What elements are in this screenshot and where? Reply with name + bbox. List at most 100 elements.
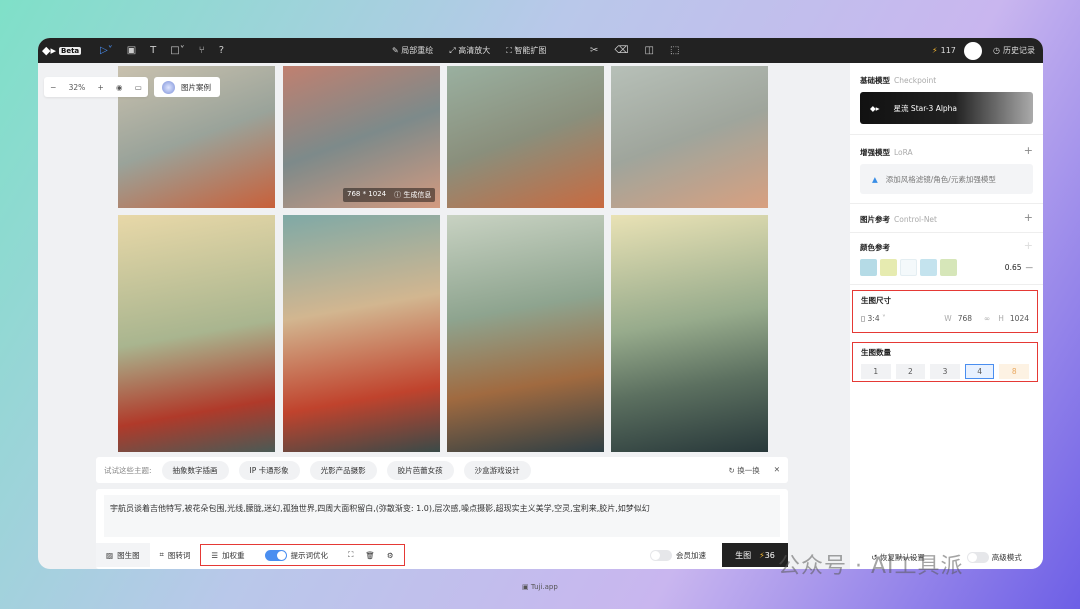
locate-icon[interactable]: ◉ [116,83,123,92]
count-option[interactable]: 4 [964,364,995,379]
add-controlnet-icon[interactable]: + [1024,211,1033,224]
img2text-button[interactable]: ⌗ 图转词 [150,550,201,561]
add-weight-button[interactable]: ☰ 加权重 [201,550,254,561]
section-subtitle: LoRA [894,148,913,157]
img2img-button[interactable]: ▨ 图生图 [96,543,150,567]
lora-add-button[interactable]: ▲ 添加风格滤镜/角色/元素加强模型 [860,164,1033,194]
scissors-icon[interactable]: ✂ [590,45,598,56]
gen-info-label: 生成信息 [403,191,432,199]
zoom-in-button[interactable]: + [98,83,104,92]
theme-chip[interactable]: 胶片芭蕾女孩 [386,460,454,480]
text-tool-icon[interactable]: T [150,45,156,56]
top-toolbar: ◆▸ Beta ▷˅ ▣ T □˅ ⑂ ? ✎ 局部重绘 ⤢ 高清放大 ⛶ 智能扩… [38,38,1043,63]
color-swatch[interactable] [940,259,957,276]
add-lora-icon[interactable]: + [1024,144,1033,157]
link-icon[interactable]: ∞ [984,314,990,323]
upscale-label: 高清放大 [458,46,491,55]
branch-icon[interactable]: ⑂ [199,45,205,56]
image-cases-button[interactable]: 图片案例 [154,77,220,97]
color-strength[interactable]: 0.65 [1005,263,1022,272]
lora-icon: ▲ [872,174,878,184]
help-icon[interactable]: ? [219,45,224,56]
theme-chip[interactable]: 光影产品摄影 [309,460,377,480]
toggle-switch[interactable] [650,549,672,561]
model-selector[interactable]: ◆▸ 星流 Star-3 Alpha [860,92,1033,124]
avatar[interactable] [964,41,982,60]
zoom-level: 32% [68,82,86,92]
generated-image[interactable] [283,215,440,452]
color-swatch[interactable] [860,259,877,276]
theme-chip[interactable]: 沙盒游戏设计 [463,460,531,480]
width-input[interactable]: 768 [958,314,972,323]
generated-image[interactable] [611,215,768,452]
section-title: 基础模型 [860,76,890,85]
color-swatch[interactable] [920,259,937,276]
image-icon: ▨ [106,550,114,560]
toggle-switch[interactable] [967,552,990,563]
count-option[interactable]: 3 [930,364,960,379]
zoom-out-button[interactable]: − [50,83,56,92]
theme-chip[interactable]: IP 卡通形象 [238,460,300,480]
split-icon[interactable]: ◫ [645,45,654,56]
keyboard-icon[interactable]: ▭ [135,83,142,92]
count-option[interactable]: 8 [999,364,1029,379]
settings-icon[interactable]: ⚙ [387,551,394,560]
generated-image[interactable] [447,66,604,208]
themes-label: 试试这些主题: [104,465,152,475]
generated-image[interactable] [447,215,604,452]
section-title: 生图尺寸 [861,296,891,305]
outpaint-button[interactable]: ⛶ 智能扩图 [506,45,546,56]
vip-speed-toggle[interactable]: 会员加速 [640,549,716,561]
height-input[interactable]: 1024 [1010,314,1029,323]
toggle-switch[interactable] [264,549,287,561]
select-region-icon[interactable]: ⬚ [670,45,679,56]
gen-info-button[interactable]: ⓘ 生成信息 [394,190,431,200]
minus-icon[interactable]: — [1026,263,1034,272]
app-icon: ▣ [522,583,529,591]
upscale-button[interactable]: ⤢ 高清放大 [449,45,490,56]
scan-text-icon[interactable]: ⛶ [348,550,353,560]
weight-icon: ☰ [211,550,219,560]
refresh-button[interactable]: ↻ 换一换 [729,465,760,476]
prompt-input[interactable]: 宇航员谈着吉他特写,被花朵包围,光线,朦胧,迷幻,孤独世界,四周大面积留白,(弥… [104,495,780,537]
ratio-value: 3:4 [867,314,880,323]
trash-icon[interactable]: 🗑 [365,551,375,560]
generated-image[interactable] [611,66,768,208]
section-title: 颜色参考 [860,243,890,252]
add-color-icon[interactable]: + [1024,239,1033,252]
count-option[interactable]: 2 [895,364,926,379]
credits-count: 117 [940,46,956,55]
scan-icon: ⌗ [159,550,164,559]
zoom-controls: − 32% + ◉ ▭ [44,77,148,97]
vip-speed-label: 会员加速 [676,550,706,560]
theme-chip[interactable]: 抽象数字插画 [161,460,229,480]
optimize-toggle[interactable]: 提示词优化 [255,549,339,561]
logo: ◆▸ Beta [42,38,82,63]
section-subtitle: Checkpoint [894,76,937,85]
watermark: 公众号 · AI工具派 [778,554,964,579]
close-icon[interactable]: ✕ [774,465,780,476]
color-reference-section: 颜色参考 + 0.65 — [850,233,1043,285]
advanced-label: 高级模式 [991,552,1022,562]
canvas[interactable]: 768 * 1024 ⓘ 生成信息 − 32% + ◉ ▭ 图片案例 试试这些主题… [38,63,850,569]
prompt-tools-highlight: ☰ 加权重 提示词优化 ⛶ 🗑 ⚙ [200,544,405,566]
lora-placeholder: 添加风格滤镜/角色/元素加强模型 [885,174,996,184]
color-swatch[interactable] [880,259,897,276]
select-tool-icon[interactable]: ▷˅ [100,45,113,56]
count-option[interactable]: 1 [861,364,891,379]
inpaint-button[interactable]: ✎ 局部重绘 [392,45,433,56]
generated-image[interactable]: 768 * 1024 ⓘ 生成信息 [283,66,440,208]
history-button[interactable]: ◷ 历史记录 [993,38,1035,63]
generate-label: 生图 [735,550,752,560]
ratio-selector[interactable]: ▯ 3:4 ˅ [861,314,886,323]
eraser-icon[interactable]: ⌫ [614,45,628,56]
weight-label: 加权重 [222,550,245,560]
shape-tool-icon[interactable]: □˅ [170,45,184,56]
image-tool-icon[interactable]: ▣ [127,45,136,56]
advanced-mode-button[interactable]: 高级模式 [967,552,1022,563]
image-size-section: 生图尺寸 ▯ 3:4 ˅ W 768 ∞ H 1024 [852,290,1038,333]
clock-icon: ◷ [993,46,1000,55]
color-swatch[interactable] [900,259,917,276]
model-logo-icon: ◆▸ [870,103,880,113]
generated-image[interactable] [118,215,275,452]
